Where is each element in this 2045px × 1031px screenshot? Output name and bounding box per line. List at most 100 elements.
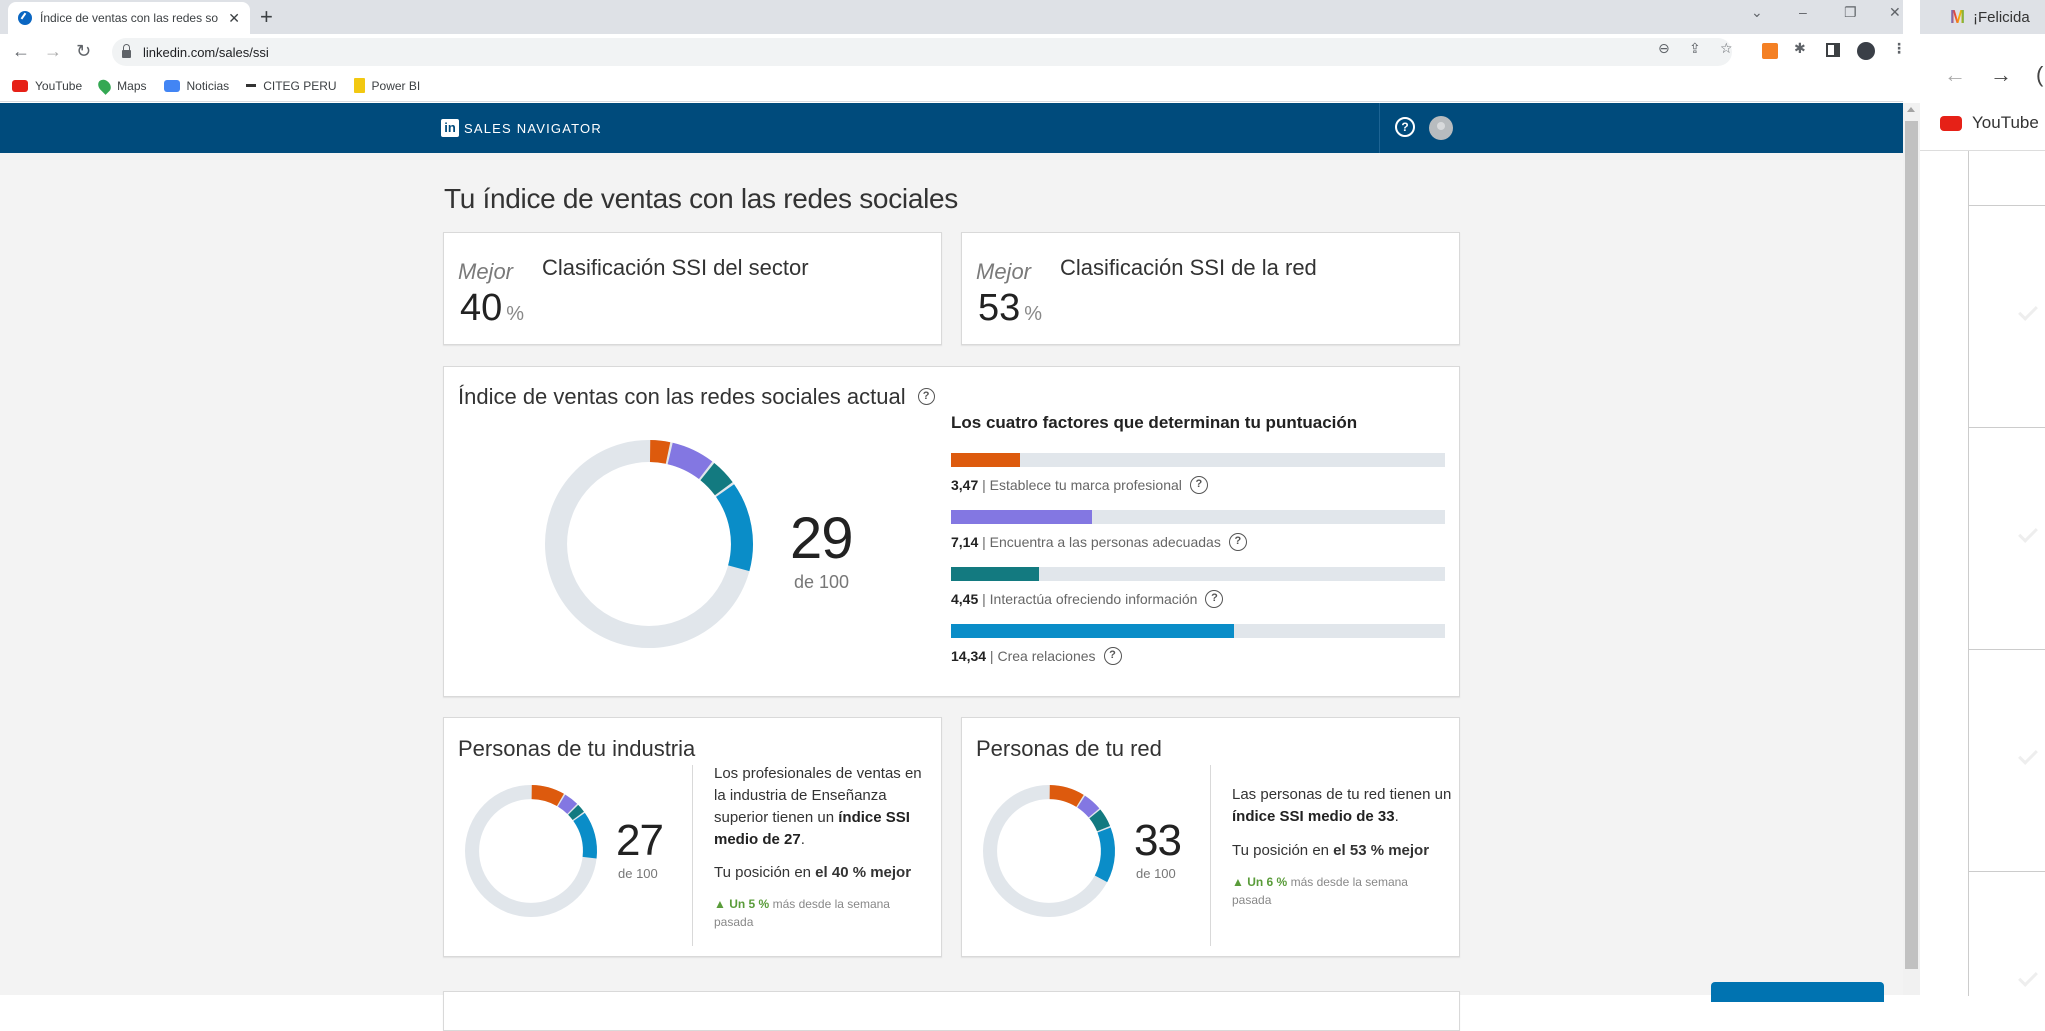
relationships-segment[interactable]: [1094, 827, 1115, 883]
check-icon: [2018, 523, 2038, 543]
scrollbar-thumb[interactable]: [1905, 121, 1918, 969]
brand-segment[interactable]: [531, 785, 564, 807]
find-people-segment[interactable]: [1077, 795, 1100, 818]
engage-segment[interactable]: [568, 804, 584, 821]
ssi-page: Tu índice de ventas con las redes social…: [0, 153, 1903, 1031]
network-donut-chart: [982, 784, 1116, 918]
factor-name: | Encuentra a las personas adecuadas: [978, 534, 1221, 550]
tab-title: Índice de ventas con las redes so: [40, 11, 219, 25]
network-score: 33: [1134, 816, 1182, 865]
engage-segment[interactable]: [1089, 809, 1111, 832]
restore-button[interactable]: ❐: [1844, 4, 1857, 21]
bookmark-maps[interactable]: Maps: [95, 76, 147, 95]
bookmark-citeg-peru[interactable]: CITEG PERU: [246, 79, 337, 93]
check-icon: [2018, 967, 2038, 987]
floating-action-button[interactable]: [1711, 982, 1884, 1002]
reload-button[interactable]: ↻: [76, 41, 91, 61]
help-icon[interactable]: ?: [917, 387, 935, 405]
secondary-tab[interactable]: M ¡Felicida: [1920, 0, 2045, 34]
bookmark-power-bi[interactable]: Power BI: [353, 78, 420, 93]
browser-menu-icon[interactable]: ⋮: [1892, 40, 1906, 57]
secondary-bookmark-youtube[interactable]: YouTube: [1940, 113, 2039, 133]
brand-segment[interactable]: [649, 440, 671, 464]
user-avatar[interactable]: [1429, 116, 1453, 140]
bookmarks-bar: YouTube Maps Noticias CITEG PERU Power B…: [0, 70, 1903, 102]
factor-label: 7,14 | Encuentra a las personas adecuada…: [951, 533, 1445, 552]
find-people-segment[interactable]: [667, 442, 713, 480]
forward-button[interactable]: →: [44, 41, 62, 61]
ssi-score: 29: [790, 506, 854, 571]
ranking-value: 53%: [978, 287, 1043, 329]
ssi-score-max: de 100: [794, 572, 850, 592]
brand-name: SALES NAVIGATOR: [464, 120, 602, 136]
page-scrollbar[interactable]: [1903, 103, 1920, 995]
secondary-content: [1920, 150, 2045, 996]
industry-donut-chart: [464, 784, 598, 918]
back-button[interactable]: ←: [1944, 62, 1966, 88]
ranking-label: Clasificación SSI del sector: [542, 255, 809, 280]
relationships-segment[interactable]: [573, 812, 597, 859]
close-window-button[interactable]: ✕: [1889, 4, 1901, 21]
trend-up-icon: ▲: [714, 897, 730, 911]
forward-button[interactable]: →: [1990, 62, 2012, 88]
help-icon[interactable]: ?: [1103, 647, 1122, 666]
factor-bar-fill: [951, 567, 1039, 581]
list-row[interactable]: [1968, 206, 2045, 428]
sector-ranking-card: Mejor Clasificación SSI del sector 40%: [443, 232, 942, 345]
list-row[interactable]: [1968, 650, 2045, 872]
ranking-prefix: Mejor: [458, 259, 514, 284]
current-ssi-card: Índice de ventas con las redes sociales …: [443, 366, 1460, 697]
tab-close-icon[interactable]: ✕: [228, 10, 240, 27]
network-position: Tu posición en el 53 % mejor: [1232, 842, 1430, 859]
factor-label: 3,47 | Establece tu marca profesional?: [951, 476, 1445, 495]
network-title: Personas de tu red: [976, 736, 1162, 761]
zoom-icon[interactable]: ⊖: [1658, 40, 1670, 57]
factor-name: | Establece tu marca profesional: [978, 477, 1182, 493]
industry-title: Personas de tu industria: [458, 736, 696, 761]
citeg-icon: [246, 84, 257, 87]
help-icon[interactable]: ?: [1205, 590, 1224, 609]
maps-pin-icon: [95, 76, 114, 95]
minimize-button[interactable]: –: [1799, 4, 1807, 20]
card-divider: [1210, 765, 1211, 946]
shopping-extension-icon[interactable]: [1762, 43, 1778, 59]
factor-name: | Interactúa ofreciendo información: [978, 591, 1198, 607]
bookmark-star-icon[interactable]: ☆: [1720, 40, 1733, 57]
list-row[interactable]: [1968, 872, 2045, 996]
check-icon: [2018, 301, 2038, 321]
share-icon[interactable]: ⇪: [1689, 40, 1701, 57]
url-bar[interactable]: linkedin.com/sales/ssi: [112, 38, 1732, 66]
factor-relationships: 14,34 | Crea relaciones?: [951, 624, 1445, 666]
help-icon[interactable]: ?: [1395, 117, 1415, 137]
network-ranking-card: Mejor Clasificación SSI de la red 53%: [961, 232, 1460, 345]
profile-avatar[interactable]: [1857, 42, 1875, 60]
engage-segment[interactable]: [700, 463, 733, 496]
back-button[interactable]: ←: [12, 41, 30, 61]
sales-navigator-header: in SALES NAVIGATOR ?: [0, 103, 1903, 153]
sales-navigator-logo[interactable]: in SALES NAVIGATOR: [441, 119, 602, 137]
trend-up-icon: ▲: [1232, 875, 1248, 889]
extensions-puzzle-icon[interactable]: ✱: [1794, 40, 1806, 57]
factor-bar-track: [951, 510, 1445, 524]
scroll-up-arrow-icon[interactable]: [1907, 107, 1915, 112]
reload-button[interactable]: (: [2036, 62, 2043, 88]
bookmark-noticias[interactable]: Noticias: [163, 79, 229, 93]
browser-tab-active[interactable]: Índice de ventas con las redes so ✕: [8, 2, 250, 34]
side-panel-icon[interactable]: [1826, 43, 1840, 57]
tab-search-icon[interactable]: ⌄: [1751, 4, 1763, 21]
brand-segment[interactable]: [1049, 785, 1084, 807]
relationships-segment[interactable]: [715, 484, 753, 572]
factor-bar-fill: [951, 624, 1235, 638]
bookmark-youtube[interactable]: YouTube: [12, 79, 82, 93]
new-tab-button[interactable]: +: [260, 4, 273, 30]
help-icon[interactable]: ?: [1189, 476, 1208, 495]
list-row[interactable]: [1968, 428, 2045, 650]
industry-position: Tu posición en el 40 % mejor: [714, 864, 912, 881]
factor-brand: 3,47 | Establece tu marca profesional?: [951, 453, 1445, 495]
donut-track: [464, 784, 598, 918]
industry-score-max: de 100: [618, 866, 658, 881]
help-icon[interactable]: ?: [1228, 533, 1247, 552]
find-people-segment[interactable]: [557, 794, 578, 814]
industry-description: Los profesionales de ventas en la indust…: [714, 765, 922, 848]
list-row[interactable]: [1968, 151, 2045, 206]
